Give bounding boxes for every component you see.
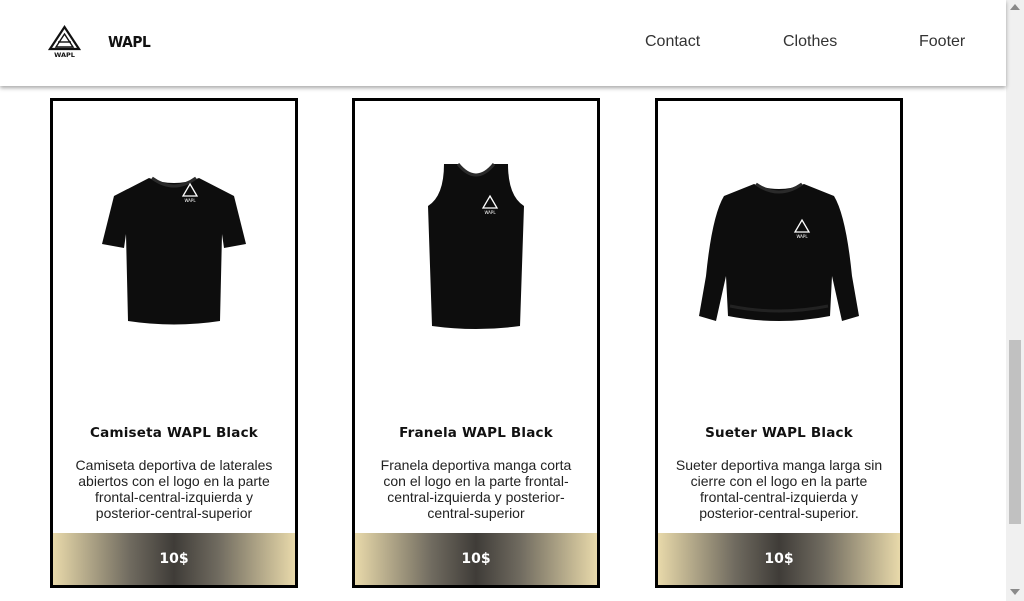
product-image: WAPL bbox=[658, 141, 900, 351]
product-image: WAPL bbox=[53, 141, 295, 351]
product-card[interactable]: WAPL Camiseta WAPL Black Camiseta deport… bbox=[50, 98, 298, 588]
nav-link-clothes[interactable]: Clothes bbox=[783, 33, 837, 51]
tshirt-icon: WAPL bbox=[102, 176, 246, 325]
svg-text:WAPL: WAPL bbox=[796, 234, 808, 239]
product-card[interactable]: WAPL Franela WAPL Black Franela deportiv… bbox=[352, 98, 600, 588]
product-description: Camiseta deportiva de laterales abiertos… bbox=[75, 457, 273, 521]
price-label: 10$ bbox=[159, 551, 189, 567]
vertical-scrollbar[interactable] bbox=[1006, 0, 1024, 601]
product-description: Sueter deportiva manga larga sin cierre … bbox=[675, 457, 883, 521]
nav-link-contact[interactable]: Contact bbox=[645, 33, 700, 51]
price-button[interactable]: 10$ bbox=[53, 533, 295, 585]
product-image: WAPL bbox=[355, 141, 597, 351]
svg-text:WAPL: WAPL bbox=[54, 51, 75, 58]
product-title: Sueter WAPL Black bbox=[705, 425, 853, 441]
sweater-icon: WAPL bbox=[699, 182, 859, 321]
nav-link-footer[interactable]: Footer bbox=[919, 33, 965, 51]
product-title: Camiseta WAPL Black bbox=[90, 425, 258, 441]
tank-top-icon: WAPL bbox=[428, 163, 524, 329]
price-button[interactable]: 10$ bbox=[658, 533, 900, 585]
product-description: Franela deportiva manga corta con el log… bbox=[380, 457, 572, 521]
product-title: Franela WAPL Black bbox=[399, 425, 553, 441]
navbar: WAPL WAPL Contact Clothes Footer bbox=[0, 0, 1006, 86]
brand-name[interactable]: WAPL bbox=[108, 33, 151, 51]
scroll-down-arrow-icon[interactable] bbox=[1010, 589, 1020, 595]
svg-text:WAPL: WAPL bbox=[184, 198, 196, 203]
scroll-up-arrow-icon[interactable] bbox=[1010, 4, 1020, 10]
price-button[interactable]: 10$ bbox=[355, 533, 597, 585]
price-label: 10$ bbox=[764, 551, 794, 567]
product-card[interactable]: WAPL Sueter WAPL Black Sueter deportiva … bbox=[655, 98, 903, 588]
svg-text:WAPL: WAPL bbox=[484, 210, 496, 215]
price-label: 10$ bbox=[461, 551, 491, 567]
scrollbar-thumb[interactable] bbox=[1009, 340, 1021, 524]
wapl-logo-icon[interactable]: WAPL bbox=[48, 25, 81, 58]
